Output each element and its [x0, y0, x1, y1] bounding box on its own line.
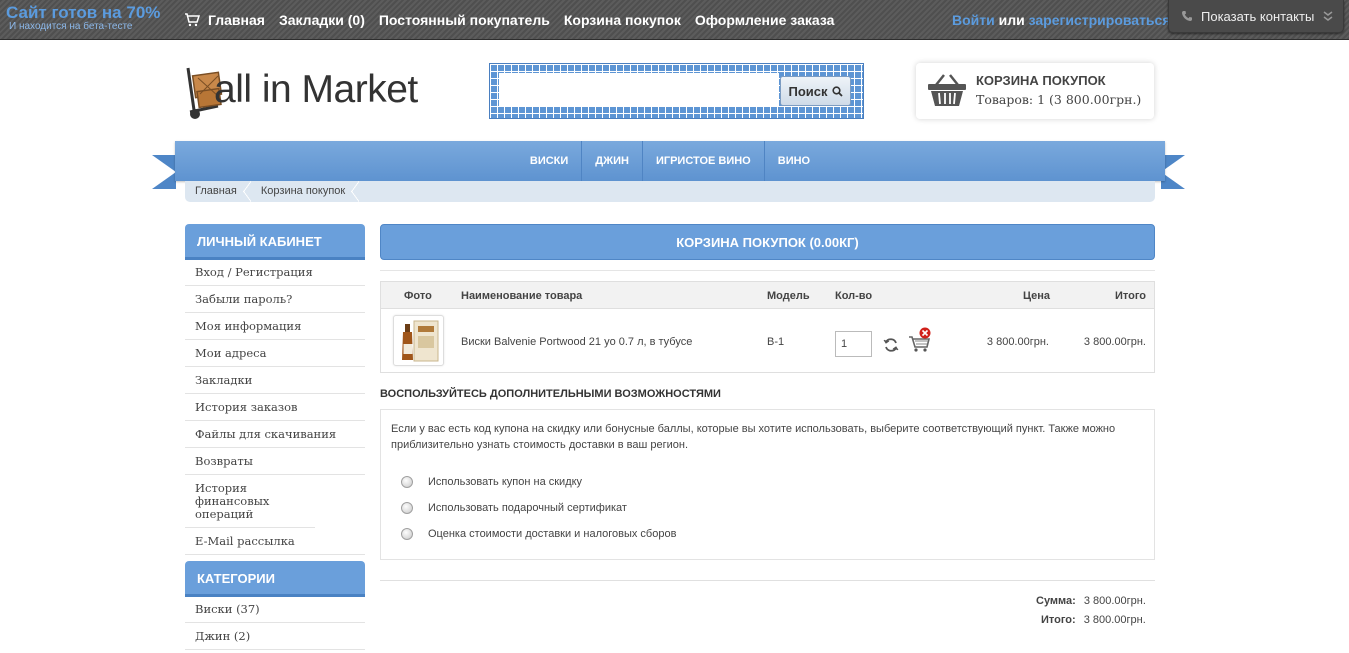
account-item-downloads[interactable]: Файлы для скачивания: [185, 421, 365, 448]
product-thumbnail[interactable]: [393, 315, 444, 366]
divider: [380, 580, 1155, 581]
subtotal-label: Сумма:: [1036, 595, 1076, 607]
radio-voucher[interactable]: [401, 502, 413, 514]
breadcrumb-cart[interactable]: Корзина покупок: [251, 181, 360, 202]
header-cart-summary: Товаров: 1 (3 800.00грн.): [976, 92, 1142, 107]
option-shipping[interactable]: Оценка стоимости доставки и налоговых сб…: [401, 528, 676, 540]
extras-title: ВОСПОЛЬЗУЙТЕСЬ ДОПОЛНИТЕЛЬНЫМИ ВОЗМОЖНОС…: [380, 388, 721, 400]
top-nav-wishlist[interactable]: Закладки (0): [279, 12, 365, 28]
extras-box: Если у вас есть код купона на скидку или…: [380, 409, 1155, 560]
header-cart-title: КОРЗИНА ПОКУПОК: [976, 73, 1106, 88]
cart-table: Фото Наименование товара Модель Кол-во Ц…: [380, 281, 1155, 373]
categories-menu: Виски (37) Джин (2): [185, 596, 365, 650]
option-voucher[interactable]: Использовать подарочный сертификат: [401, 502, 627, 514]
radio-shipping[interactable]: [401, 528, 413, 540]
header-cart[interactable]: КОРЗИНА ПОКУПОК Товаров: 1 (3 800.00грн.…: [916, 63, 1154, 119]
search-icon: [831, 85, 843, 97]
account-menu: Вход / Регистрация Забыли пароль? Моя ин…: [185, 259, 365, 555]
site-logo[interactable]: all in Market: [180, 58, 450, 124]
whisky-bottle-image: [402, 320, 439, 362]
phone-icon: [1182, 11, 1192, 21]
remove-from-cart-icon[interactable]: [907, 327, 933, 353]
login-area: Войти или зарегистрироваться: [952, 12, 1171, 28]
category-item-whisky[interactable]: Виски (37): [185, 596, 365, 623]
subtotal-row: Сумма: 3 800.00грн.: [1036, 595, 1146, 607]
search-input[interactable]: [499, 73, 779, 107]
account-box-title: ЛИЧНЫЙ КАБИНЕТ: [185, 224, 365, 260]
product-total: 3 800.00грн.: [1083, 336, 1146, 348]
top-nav-account[interactable]: Постоянный покупатель: [379, 12, 550, 28]
menu-item-gin[interactable]: ДЖИН: [582, 141, 643, 181]
subtotal-value: 3 800.00грн.: [1083, 595, 1146, 607]
col-photo: Фото: [404, 290, 432, 302]
total-value: 3 800.00грн.: [1083, 614, 1146, 626]
beta-title: Сайт готов на 70%: [6, 3, 161, 22]
search-button[interactable]: Поиск: [780, 76, 851, 106]
menu-item-whisky[interactable]: ВИСКИ: [517, 141, 583, 181]
beta-subtitle: И находится на бета-тесте: [9, 21, 133, 32]
account-item-order-history[interactable]: История заказов: [185, 394, 365, 421]
refresh-icon[interactable]: [883, 337, 899, 353]
breadcrumb: Главная Корзина покупок: [185, 181, 1155, 202]
option-voucher-label: Использовать подарочный сертификат: [428, 502, 627, 514]
show-contacts-button[interactable]: Показать контакты: [1168, 0, 1344, 33]
search-box: Поиск: [489, 63, 864, 119]
ribbon-left-decoration: [152, 155, 176, 189]
account-item-my-info[interactable]: Моя информация: [185, 313, 365, 340]
menu-item-wine[interactable]: ВИНО: [765, 141, 823, 181]
radio-coupon[interactable]: [401, 476, 413, 488]
top-nav: Главная Закладки (0) Постоянный покупате…: [184, 12, 848, 28]
quantity-input[interactable]: 1: [835, 331, 872, 357]
product-model: B-1: [767, 336, 785, 348]
col-model: Модель: [767, 290, 810, 302]
col-price: Цена: [1022, 290, 1050, 302]
extras-description: Если у вас есть код купона на скидку или…: [391, 423, 1116, 451]
login-link[interactable]: Войти: [952, 12, 995, 28]
account-item-forgot-password[interactable]: Забыли пароль?: [185, 286, 365, 313]
menu-item-sparkling-wine[interactable]: ИГРИСТОЕ ВИНО: [643, 141, 765, 181]
product-price: 3 800.00грн.: [986, 336, 1049, 348]
account-item-returns[interactable]: Возвраты: [185, 448, 365, 475]
option-shipping-label: Оценка стоимости доставки и налоговых сб…: [428, 528, 677, 540]
category-item-gin[interactable]: Джин (2): [185, 623, 365, 650]
top-nav-home[interactable]: Главная: [208, 12, 265, 28]
option-coupon-label: Использовать купон на скидку: [428, 476, 583, 488]
option-coupon[interactable]: Использовать купон на скидку: [401, 476, 582, 488]
search-button-label: Поиск: [788, 83, 828, 99]
basket-icon: [928, 74, 966, 106]
account-item-login[interactable]: Вход / Регистрация: [185, 259, 365, 286]
top-nav-cart[interactable]: Корзина покупок: [564, 12, 681, 28]
logo-text: all in Market: [214, 68, 418, 111]
total-row: Итого: 3 800.00грн.: [1041, 614, 1146, 626]
product-name[interactable]: Виски Balvenie Portwood 21 yo 0.7 л, в т…: [461, 336, 692, 348]
account-item-transactions[interactable]: История финансовых операций: [185, 475, 315, 528]
login-or: или: [994, 12, 1029, 28]
account-item-wishlist[interactable]: Закладки: [185, 367, 365, 394]
top-nav-checkout[interactable]: Оформление заказа: [695, 12, 835, 28]
page-title: КОРЗИНА ПОКУПОК (0.00КГ): [380, 224, 1155, 260]
show-contacts-label: Показать контакты: [1201, 8, 1315, 24]
register-link[interactable]: зарегистрироваться: [1029, 12, 1171, 28]
col-qty: Кол-во: [835, 290, 873, 302]
table-header: Фото Наименование товара Модель Кол-во Ц…: [381, 282, 1154, 309]
divider: [380, 270, 1155, 271]
main-menu: ВИСКИ ДЖИН ИГРИСТОЕ ВИНО ВИНО: [175, 141, 1165, 181]
account-item-addresses[interactable]: Мои адреса: [185, 340, 365, 367]
col-total: Итого: [1114, 290, 1146, 302]
beta-notice: Сайт готов на 70% И находится на бета-те…: [6, 4, 176, 32]
categories-box-title: КАТЕГОРИИ: [185, 561, 365, 597]
col-name: Наименование товара: [461, 290, 583, 302]
breadcrumb-home[interactable]: Главная: [185, 181, 251, 202]
top-bar: Сайт готов на 70% И находится на бета-те…: [0, 0, 1349, 40]
chevron-down-icon: [1323, 11, 1333, 21]
total-label: Итого:: [1041, 614, 1076, 626]
account-item-newsletter[interactable]: E-Mail рассылка: [185, 528, 365, 555]
cart-icon: [185, 13, 200, 27]
